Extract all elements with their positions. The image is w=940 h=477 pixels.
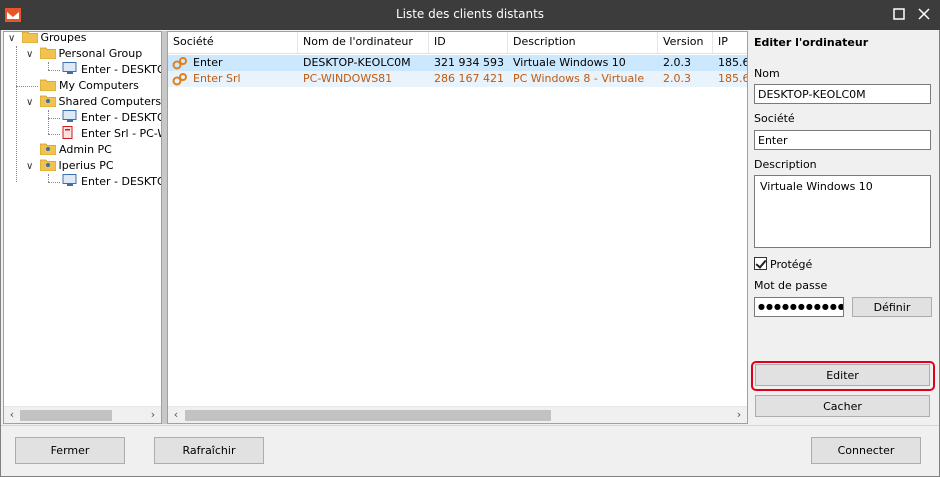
societe-field[interactable] — [754, 130, 931, 150]
column-header-nom[interactable]: Nom de l'ordinateur — [298, 32, 429, 54]
tree-connector — [48, 118, 60, 119]
tree-item-my-computers[interactable]: My Computers — [40, 78, 139, 94]
online-client-icon — [172, 57, 187, 70]
scrollbar-thumb[interactable] — [20, 410, 112, 421]
tree-item-computer[interactable]: Enter - DESKTOP — [62, 110, 161, 126]
table-horizontal-scrollbar[interactable]: ‹ › — [168, 406, 747, 423]
cell-version: 2.0.3 — [663, 72, 691, 85]
computer-icon — [62, 110, 77, 122]
table-header: Société Nom de l'ordinateur ID Descripti… — [168, 32, 747, 54]
tree-label: Enter - DESKTOP — [81, 175, 161, 188]
tree-label: Enter - DESKTOP — [81, 111, 161, 124]
shared-folder-icon — [39, 159, 56, 171]
window-title: Liste des clients distants — [395, 7, 545, 21]
column-header-id[interactable]: ID — [429, 32, 508, 54]
folder-icon — [39, 47, 56, 59]
clients-table[interactable]: Société Nom de l'ordinateur ID Descripti… — [167, 31, 748, 424]
scroll-left-icon[interactable]: ‹ — [5, 408, 19, 422]
editer-highlight-outline — [751, 361, 935, 391]
tree-connector — [16, 86, 38, 87]
tree-label: Shared Computers — [58, 95, 162, 108]
tree-connector — [48, 134, 60, 135]
cell-id: 321 934 593 — [434, 56, 504, 69]
fermer-button[interactable]: Fermer — [15, 437, 125, 464]
cell-id: 286 167 421 — [434, 72, 504, 85]
tree-label: Iperius PC — [58, 159, 114, 172]
footer-separator — [1, 425, 939, 426]
tree-item-personal-group[interactable]: ∨ Personal Group — [26, 46, 142, 62]
scrollbar-thumb[interactable] — [185, 410, 551, 421]
description-field[interactable]: Virtuale Windows 10 — [754, 175, 931, 248]
tree-label: Groupes — [40, 31, 87, 44]
column-header-version[interactable]: Version — [658, 32, 713, 54]
protege-checkbox[interactable] — [754, 257, 767, 270]
column-header-description[interactable]: Description — [508, 32, 658, 54]
cell-societe: Enter — [193, 56, 223, 69]
table-row[interactable]: Enter Srl PC-WINDOWS81 286 167 421 PC Wi… — [168, 71, 748, 87]
tree-item-iperius-pc[interactable]: ∨ Iperius PC — [26, 158, 114, 174]
chevron-down-icon[interactable]: ∨ — [26, 47, 36, 63]
description-label: Description — [754, 158, 817, 171]
tree-connector — [48, 70, 60, 71]
tree-label: Enter - DESKTOP — [81, 63, 161, 76]
cacher-button[interactable]: Cacher — [755, 395, 930, 417]
cell-ip: 185.6 — [718, 72, 748, 85]
title-bar: Liste des clients distants — [0, 0, 940, 30]
scroll-left-icon[interactable]: ‹ — [169, 408, 183, 422]
password-field[interactable]: ●●●●●●●●●●● — [754, 297, 844, 317]
close-icon[interactable] — [917, 7, 931, 21]
tree-item-shared-computers[interactable]: ∨ Shared Computers — [26, 94, 161, 110]
tree-item-groupes[interactable]: ∨ Groupes — [8, 31, 87, 47]
scroll-right-icon[interactable]: › — [732, 408, 746, 422]
definir-button[interactable]: Définir — [852, 297, 932, 317]
chevron-down-icon[interactable]: ∨ — [26, 95, 36, 111]
folder-icon — [40, 79, 56, 91]
column-header-societe[interactable]: Société — [168, 32, 298, 54]
tree-connector — [16, 46, 17, 182]
tree-item-computer-offline[interactable]: Enter Srl - PC-W1 — [62, 126, 161, 142]
cell-version: 2.0.3 — [663, 56, 691, 69]
tree-label: Admin PC — [59, 143, 112, 156]
password-label: Mot de passe — [754, 279, 828, 292]
shared-folder-icon — [40, 143, 56, 155]
tree-item-computer[interactable]: Enter - DESKTOP — [62, 174, 161, 190]
chevron-down-icon[interactable]: ∨ — [8, 32, 18, 47]
edit-panel-title: Editer l'ordinateur — [754, 36, 869, 49]
connecter-button[interactable]: Connecter — [811, 437, 921, 464]
cell-nom: PC-WINDOWS81 — [303, 72, 393, 85]
cell-societe: Enter Srl — [193, 72, 241, 85]
group-tree[interactable]: ∨ Groupes ∨ Personal Group Enter - DESKT… — [3, 31, 162, 424]
cell-ip: 185.6 — [718, 56, 748, 69]
offline-client-icon — [172, 73, 187, 86]
cell-nom: DESKTOP-KEOLC0M — [303, 56, 411, 69]
computer-icon — [62, 174, 77, 186]
cell-description: PC Windows 8 - Virtuale — [513, 72, 645, 85]
rafraichir-button[interactable]: Rafraîchir — [154, 437, 264, 464]
tree-connector — [48, 182, 60, 183]
table-row[interactable]: Enter DESKTOP-KEOLC0M 321 934 593 Virtua… — [168, 55, 748, 71]
computer-offline-icon — [62, 126, 73, 139]
tree-connector — [48, 174, 49, 182]
nom-label: Nom — [754, 67, 780, 80]
tree-horizontal-scrollbar[interactable]: ‹ › — [4, 406, 161, 423]
tree-label: Personal Group — [58, 47, 143, 60]
cell-description: Virtuale Windows 10 — [513, 56, 626, 69]
computer-icon — [62, 62, 77, 74]
tree-label: My Computers — [59, 79, 139, 92]
chevron-down-icon[interactable]: ∨ — [26, 159, 36, 175]
shared-folder-icon — [39, 95, 56, 107]
maximize-icon[interactable] — [892, 7, 906, 21]
protege-label: Protégé — [770, 258, 813, 271]
tree-label: Enter Srl - PC-W1 — [81, 127, 161, 140]
column-header-ip[interactable]: IP — [713, 32, 747, 54]
tree-item-admin-pc[interactable]: Admin PC — [40, 142, 112, 158]
tree-item-computer[interactable]: Enter - DESKTOP — [62, 62, 161, 78]
scroll-right-icon[interactable]: › — [146, 408, 160, 422]
tree-connector — [48, 62, 49, 70]
tree-connector — [48, 110, 49, 134]
societe-label: Société — [754, 112, 795, 125]
folder-icon — [21, 32, 38, 43]
nom-field[interactable] — [754, 84, 931, 104]
